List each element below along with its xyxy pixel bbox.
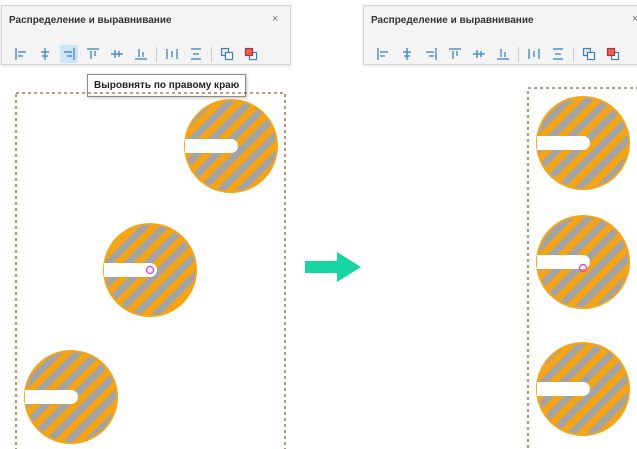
shape-circle-notched[interactable]	[24, 350, 118, 444]
canvas-scene	[15, 87, 637, 449]
arrow-right-icon	[305, 252, 361, 282]
shape-circle-notched[interactable]	[103, 223, 197, 317]
shape-circle-notched[interactable]	[536, 215, 630, 309]
shape-circle-notched[interactable]	[536, 96, 630, 190]
shape-circle-notched[interactable]	[536, 342, 630, 436]
shape-circle-notched[interactable]	[184, 99, 278, 193]
